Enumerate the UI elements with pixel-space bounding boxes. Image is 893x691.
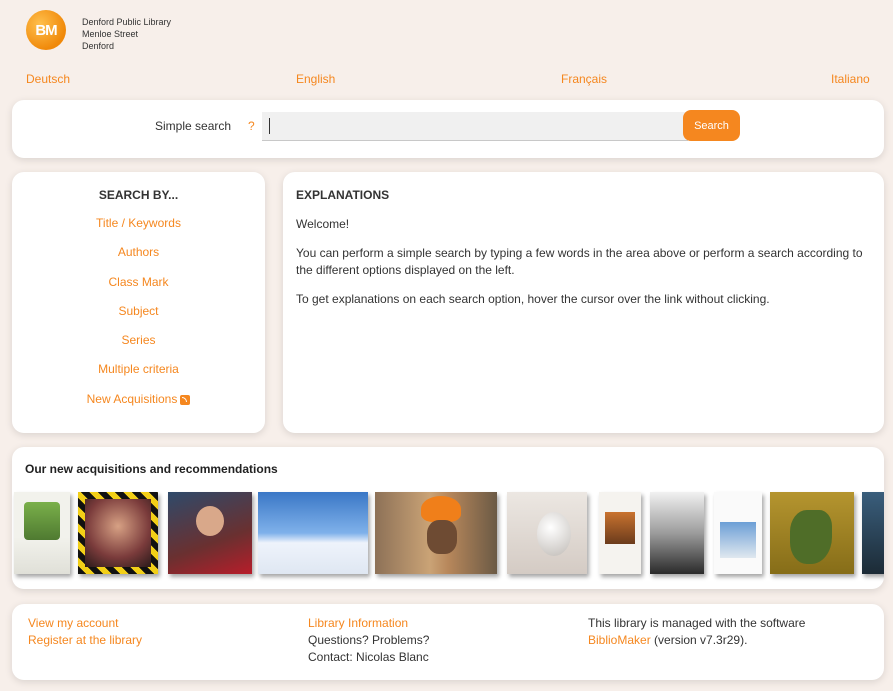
simple-search-label: Simple search [155, 119, 232, 133]
explanation-paragraph: You can perform a simple search by typin… [296, 246, 863, 277]
version-text: (version v7.3r29). [650, 633, 748, 647]
text-cursor [269, 118, 270, 134]
search-input[interactable] [262, 112, 688, 141]
search-by-links: Title / Keywords Authors Class Mark Subj… [12, 216, 265, 421]
library-name: Denford Public Library [82, 17, 172, 27]
explanation-paragraph: Welcome! [296, 217, 350, 231]
questions-text: Questions? Problems? [308, 633, 430, 647]
library-address: Denford Public Library Menloe Street Den… [82, 16, 171, 52]
book-cover[interactable] [599, 492, 641, 574]
explanation-paragraph: To get explanations on each search optio… [296, 292, 770, 306]
view-account-link[interactable]: View my account [28, 615, 142, 632]
language-bar: Deutsch English Français Italiano [0, 72, 893, 86]
book-cover[interactable] [375, 492, 497, 574]
search-by-new-acquisitions[interactable]: New Acquisitions [12, 392, 265, 421]
explanations-panel: EXPLANATIONS Welcome! You can perform a … [283, 172, 884, 433]
explanations-title: EXPLANATIONS [296, 188, 390, 202]
search-by-multiple-criteria[interactable]: Multiple criteria [12, 362, 265, 391]
new-acquisitions-label: New Acquisitions [86, 391, 178, 406]
footer-account-column: View my account Register at the library [28, 615, 142, 649]
managed-by-text: This library is managed with the softwar… [588, 616, 806, 630]
language-link-deutsch[interactable]: Deutsch [26, 72, 70, 86]
book-cover[interactable] [770, 492, 854, 574]
search-by-class-mark[interactable]: Class Mark [12, 275, 265, 304]
book-cover[interactable] [78, 492, 158, 574]
search-button[interactable]: Search [683, 110, 740, 141]
book-cover[interactable] [862, 492, 884, 574]
acquisitions-title: Our new acquisitions and recommendations [25, 462, 278, 476]
library-info-link[interactable]: Library Information [308, 615, 429, 632]
search-by-title: SEARCH BY... [98, 188, 179, 202]
footer-software-column: This library is managed with the softwar… [588, 615, 805, 649]
library-city: Denford [82, 41, 115, 51]
library-header: BM Denford Public Library Menloe Street … [26, 10, 171, 52]
search-help-link[interactable]: ? [248, 119, 255, 133]
acquisitions-carousel: Our new acquisitions and recommendations [12, 447, 884, 589]
search-by-subject[interactable]: Subject [12, 304, 265, 333]
language-link-francais[interactable]: Français [561, 72, 607, 86]
search-by-panel: SEARCH BY... Title / Keywords Authors Cl… [12, 172, 265, 433]
contact-text: Contact: Nicolas Blanc [308, 650, 429, 664]
book-cover[interactable] [507, 492, 587, 574]
book-cover[interactable] [650, 492, 704, 574]
book-cover[interactable] [14, 492, 70, 574]
simple-search-panel: Simple search ? Search [12, 100, 884, 158]
library-street: Menloe Street [82, 29, 139, 39]
footer: View my account Register at the library … [12, 604, 884, 680]
library-logo[interactable]: BM [26, 10, 66, 50]
register-link[interactable]: Register at the library [28, 632, 142, 649]
language-link-italiano[interactable]: Italiano [831, 72, 870, 86]
bibliomaker-link[interactable]: BiblioMaker [588, 633, 651, 647]
rss-feed-icon[interactable] [180, 394, 191, 405]
search-by-title-keywords[interactable]: Title / Keywords [12, 216, 265, 245]
book-cover[interactable] [168, 492, 252, 574]
search-by-authors[interactable]: Authors [12, 245, 265, 274]
search-by-series[interactable]: Series [12, 333, 265, 362]
explanations-body: Welcome! You can perform a simple search… [296, 216, 874, 320]
language-link-english[interactable]: English [296, 72, 335, 86]
footer-info-column: Library Information Questions? Problems?… [308, 615, 429, 666]
book-cover[interactable] [258, 492, 368, 574]
book-cover[interactable] [714, 492, 762, 574]
